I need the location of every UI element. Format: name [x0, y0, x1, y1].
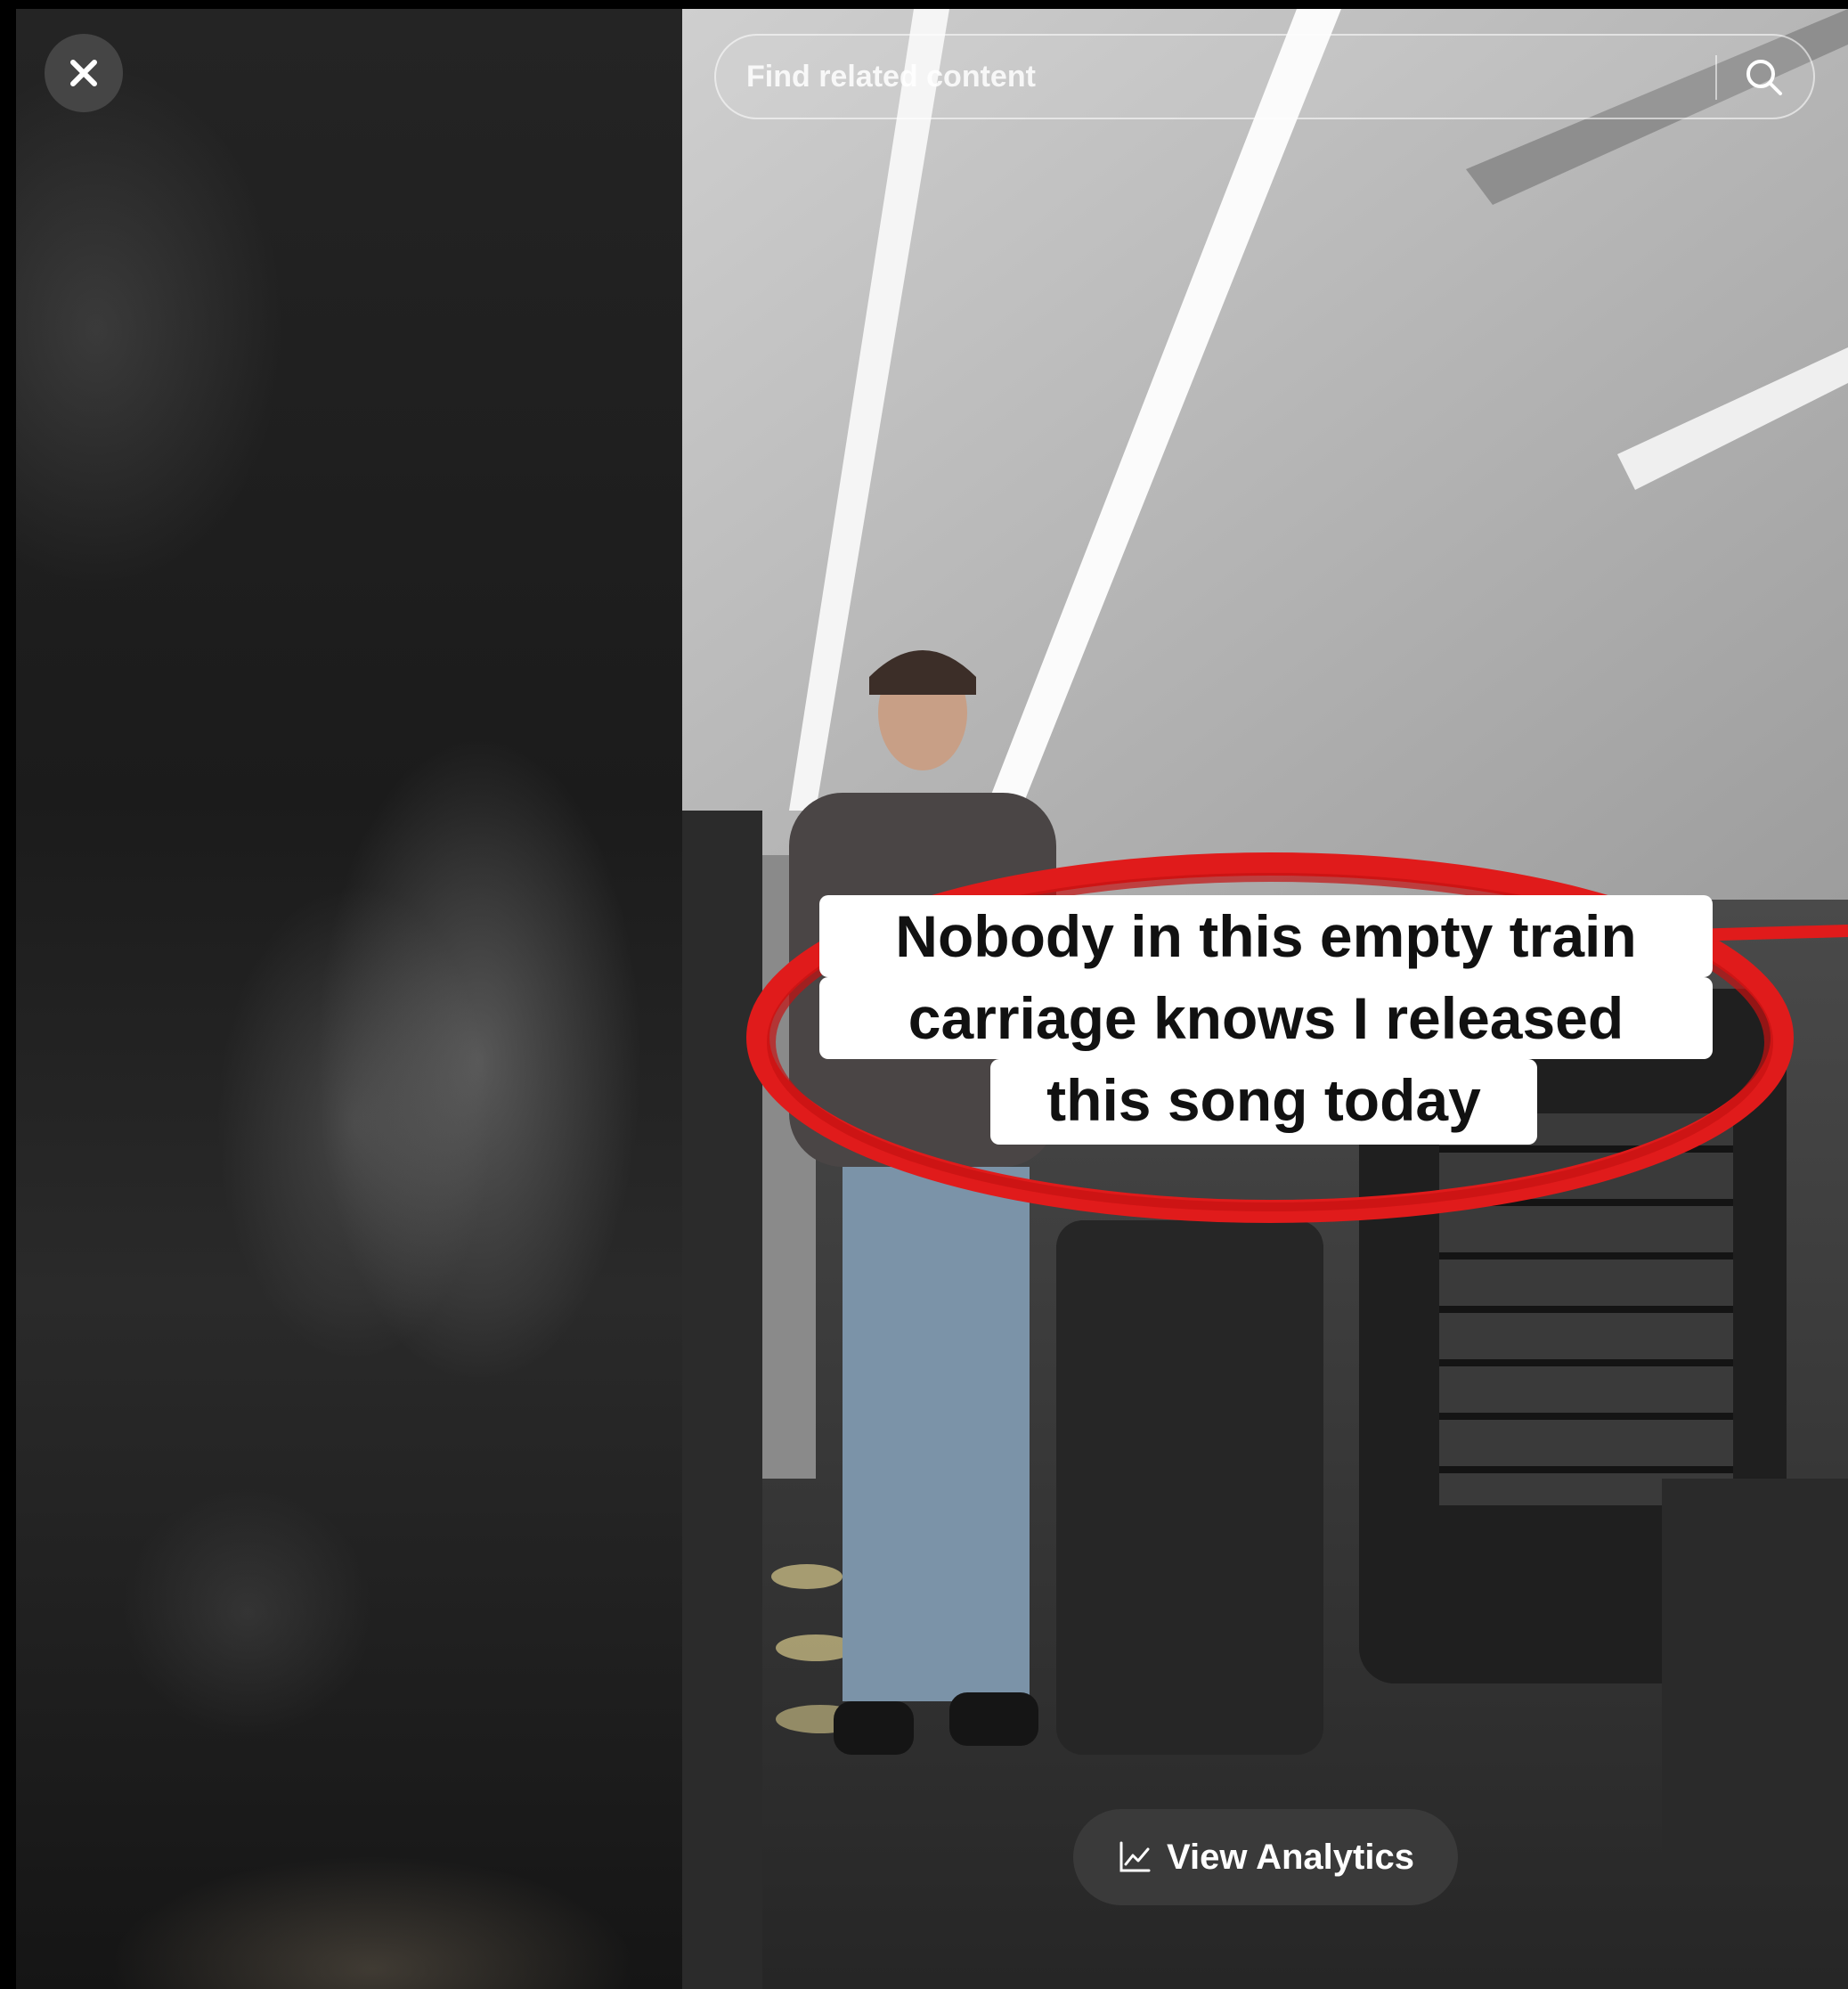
- view-analytics-button[interactable]: View Analytics: [1073, 1809, 1458, 1905]
- close-icon: [70, 60, 97, 86]
- search-divider: [1715, 55, 1717, 100]
- line-chart-icon: [1119, 1841, 1151, 1872]
- view-analytics-label: View Analytics: [1167, 1837, 1414, 1877]
- search-bar[interactable]: Find related content: [714, 34, 1815, 119]
- train-interior-image: [682, 9, 1848, 1989]
- search-icon[interactable]: [1742, 55, 1787, 100]
- viewer-frame: Find related content Nobody in this empt…: [0, 0, 1848, 1989]
- blurred-background-panel: [16, 9, 682, 1989]
- search-input[interactable]: Find related content: [746, 36, 1036, 118]
- close-button[interactable]: [45, 34, 123, 112]
- video-player[interactable]: [682, 9, 1848, 1989]
